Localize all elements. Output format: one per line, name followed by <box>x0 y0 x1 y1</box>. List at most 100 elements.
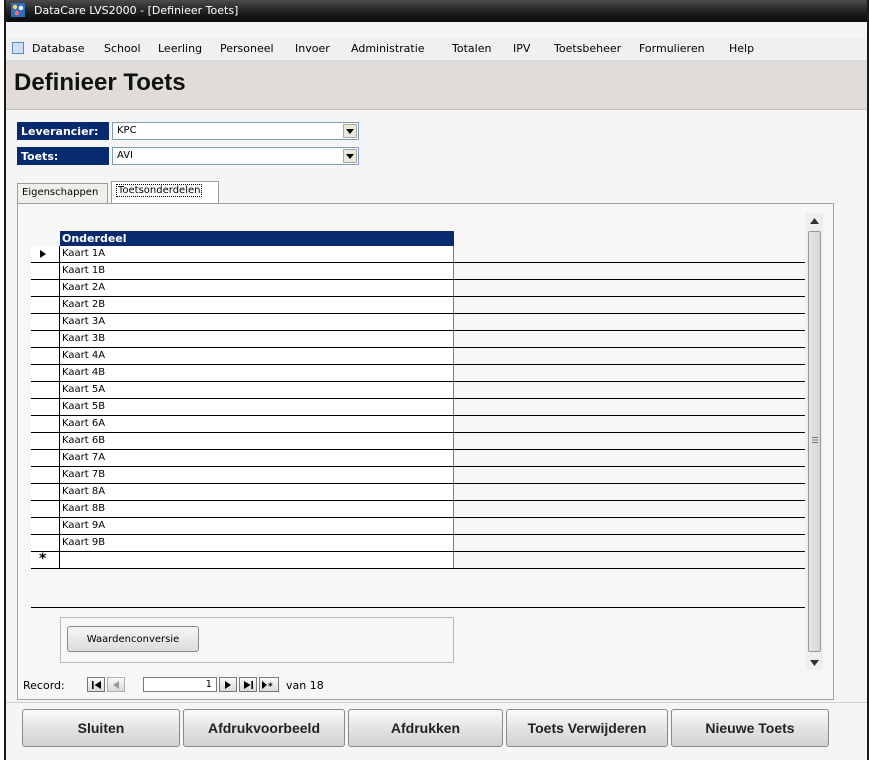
row-selector[interactable]: * <box>31 551 60 568</box>
sluiten-button[interactable]: Sluiten <box>22 709 180 747</box>
waardenconversie-button[interactable]: Waardenconversie <box>67 626 199 652</box>
row-selector[interactable] <box>31 484 60 500</box>
row-selector[interactable] <box>31 246 60 262</box>
row-selector[interactable] <box>31 263 60 279</box>
scrollbar-thumb[interactable] <box>808 231 821 652</box>
previous-record-icon[interactable] <box>107 677 125 692</box>
chevron-down-icon[interactable] <box>343 149 357 163</box>
table-row[interactable]: Kaart 4B <box>31 365 805 382</box>
onderdeel-cell[interactable]: Kaart 2B <box>60 297 454 313</box>
onderdeel-cell[interactable]: Kaart 6A <box>60 416 454 432</box>
menu-database[interactable]: Database <box>32 42 85 55</box>
tab-toetsonderdelen[interactable]: Toetsonderdelen <box>111 181 219 203</box>
menu-school[interactable]: School <box>104 42 141 55</box>
new-record-row[interactable]: * <box>31 551 805 569</box>
new-record-icon[interactable]: * <box>259 677 279 692</box>
menu-ipv[interactable]: IPV <box>513 42 530 55</box>
onderdeel-cell[interactable]: Kaart 9A <box>60 518 454 534</box>
table-row[interactable]: Kaart 1B <box>31 263 805 280</box>
row-selector[interactable] <box>31 467 60 483</box>
table-row[interactable]: Kaart 9B <box>31 535 805 552</box>
vertical-scrollbar[interactable] <box>806 213 823 670</box>
row-selector[interactable] <box>31 382 60 398</box>
menu-totalen[interactable]: Totalen <box>452 42 491 55</box>
onderdeel-cell[interactable]: Kaart 8B <box>60 501 454 517</box>
table-row[interactable]: Kaart 3A <box>31 314 805 331</box>
menu-formulieren[interactable]: Formulieren <box>639 42 705 55</box>
row-selector[interactable] <box>31 297 60 313</box>
table-row[interactable]: Kaart 8B <box>31 501 805 518</box>
next-record-icon[interactable] <box>219 677 237 692</box>
onderdeel-cell[interactable]: Kaart 4A <box>60 348 454 364</box>
column-header-onderdeel[interactable]: Onderdeel <box>60 231 454 246</box>
table-row[interactable]: Kaart 3B <box>31 331 805 348</box>
table-row[interactable]: Kaart 2A <box>31 280 805 297</box>
onderdeel-cell[interactable]: Kaart 1A <box>60 246 454 262</box>
menu-invoer[interactable]: Invoer <box>295 42 330 55</box>
table-row[interactable]: Kaart 9A <box>31 518 805 535</box>
row-selector[interactable] <box>31 535 60 551</box>
tab-toetsonderdelen-label: Toetsonderdelen <box>116 184 203 197</box>
record-label: Record: <box>23 679 65 692</box>
onderdeel-cell[interactable] <box>60 552 454 568</box>
table-row[interactable]: Kaart 2B <box>31 297 805 314</box>
row-selector[interactable] <box>31 314 60 330</box>
menu-toetsbeheer[interactable]: Toetsbeheer <box>554 42 621 55</box>
table-row[interactable]: Kaart 5B <box>31 399 805 416</box>
table-row[interactable]: Kaart 7A <box>31 450 805 467</box>
new-record-marker: * <box>39 551 47 567</box>
row-selector[interactable] <box>31 450 60 466</box>
tab-eigenschappen[interactable]: Eigenschappen <box>17 183 108 203</box>
onderdeel-cell[interactable]: Kaart 1B <box>60 263 454 279</box>
last-record-icon[interactable] <box>239 677 257 692</box>
table-row[interactable]: Kaart 7B <box>31 467 805 484</box>
row-selector[interactable] <box>31 365 60 381</box>
onderdeel-cell[interactable]: Kaart 2A <box>60 280 454 296</box>
onderdeel-cell[interactable]: Kaart 4B <box>60 365 454 381</box>
row-selector[interactable] <box>31 331 60 347</box>
toets-combobox[interactable]: AVI <box>112 147 359 165</box>
toets-verwijderen-button[interactable]: Toets Verwijderen <box>506 709 668 747</box>
scroll-down-icon[interactable] <box>810 660 819 666</box>
row-selector[interactable] <box>31 348 60 364</box>
row-selector[interactable] <box>31 433 60 449</box>
table-row[interactable]: Kaart 6B <box>31 433 805 450</box>
onderdeel-cell[interactable]: Kaart 9B <box>60 535 454 551</box>
table-row[interactable]: Kaart 6A <box>31 416 805 433</box>
leverancier-value: KPC <box>117 125 137 136</box>
first-record-icon[interactable] <box>87 677 105 692</box>
onderdeel-cell[interactable]: Kaart 5B <box>60 399 454 415</box>
table-row[interactable]: Kaart 1A <box>31 246 805 263</box>
table-row[interactable]: Kaart 5A <box>31 382 805 399</box>
scroll-up-icon[interactable] <box>810 218 819 224</box>
svg-text:*: * <box>268 682 273 689</box>
row-selector[interactable] <box>31 399 60 415</box>
toets-label: Toets: <box>17 147 109 165</box>
row-selector[interactable] <box>31 518 60 534</box>
table-row[interactable]: Kaart 8A <box>31 484 805 501</box>
onderdeel-cell[interactable]: Kaart 7A <box>60 450 454 466</box>
menu-administratie[interactable]: Administratie <box>351 42 425 55</box>
leverancier-combobox[interactable]: KPC <box>112 122 359 140</box>
title-bar: DataCare LVS2000 - [Definieer Toets] <box>6 0 867 22</box>
menu-help[interactable]: Help <box>729 42 754 55</box>
afdrukvoorbeeld-button[interactable]: Afdrukvoorbeeld <box>183 709 345 747</box>
record-number-input[interactable]: 1 <box>143 677 217 692</box>
onderdeel-cell[interactable]: Kaart 3A <box>60 314 454 330</box>
nieuwe-toets-button[interactable]: Nieuwe Toets <box>671 709 829 747</box>
menu-personeel[interactable]: Personeel <box>220 42 274 55</box>
table-row[interactable]: Kaart 4A <box>31 348 805 365</box>
afdrukken-button[interactable]: Afdrukken <box>348 709 503 747</box>
onderdeel-cell[interactable]: Kaart 8A <box>60 484 454 500</box>
row-selector[interactable] <box>31 416 60 432</box>
onderdeel-cell[interactable]: Kaart 7B <box>60 467 454 483</box>
document-icon[interactable] <box>12 42 24 54</box>
menu-leerling[interactable]: Leerling <box>158 42 202 55</box>
chevron-down-icon[interactable] <box>343 124 357 138</box>
onderdeel-cell[interactable]: Kaart 3B <box>60 331 454 347</box>
onderdeel-cell[interactable]: Kaart 6B <box>60 433 454 449</box>
grid-separator <box>31 607 805 608</box>
row-selector[interactable] <box>31 501 60 517</box>
row-selector[interactable] <box>31 280 60 296</box>
onderdeel-cell[interactable]: Kaart 5A <box>60 382 454 398</box>
